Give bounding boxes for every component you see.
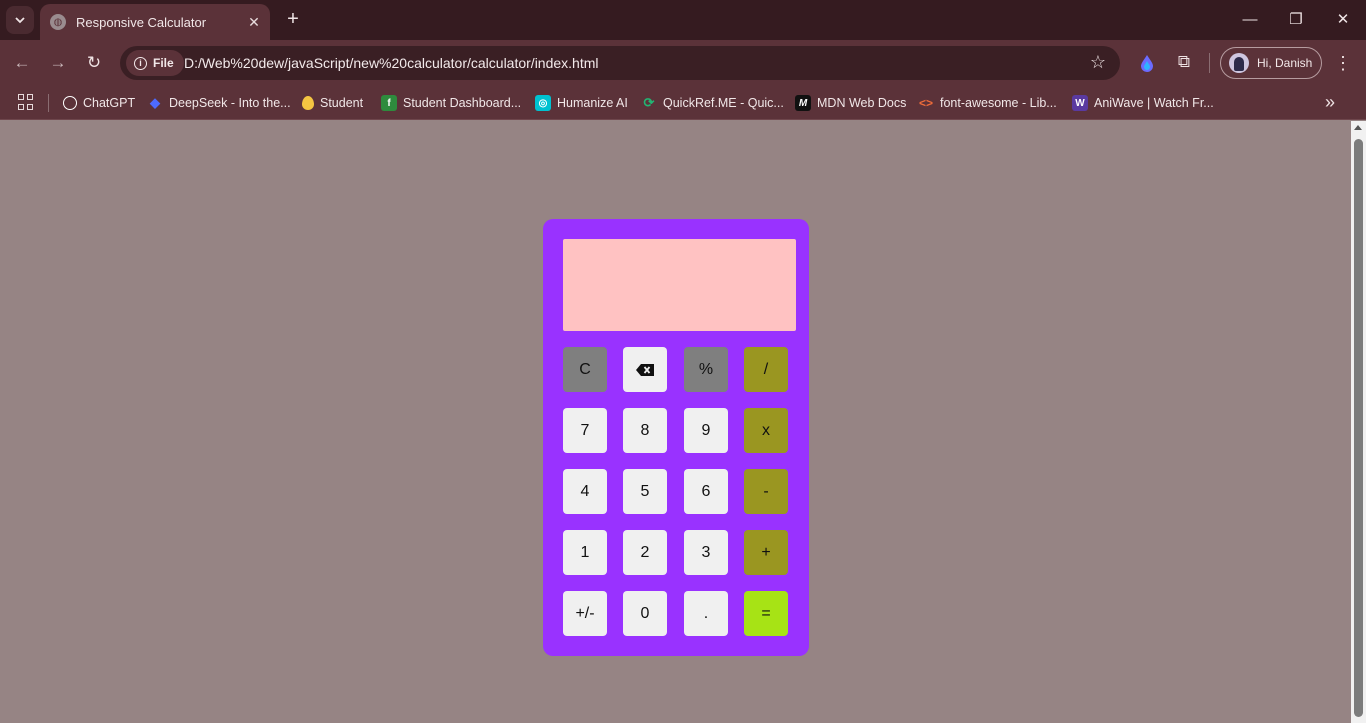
bookmark-label: ChatGPT — [83, 96, 136, 110]
bookmarks-divider — [48, 94, 49, 112]
minimize-icon[interactable]: — — [1238, 8, 1262, 32]
eight-button[interactable]: 8 — [623, 408, 667, 453]
bookmarks-overflow-icon[interactable]: » — [1320, 91, 1340, 113]
toggle-sign-button[interactable]: +/- — [563, 591, 607, 636]
info-icon: i — [134, 56, 147, 70]
reload-icon[interactable]: ↻ — [82, 51, 106, 75]
leaf-icon: f — [381, 95, 397, 111]
bookmark-mdn[interactable]: M MDN Web Docs — [795, 92, 906, 114]
apps-grid-icon[interactable] — [18, 94, 34, 110]
equals-button[interactable]: = — [744, 591, 788, 636]
two-button[interactable]: 2 — [623, 530, 667, 575]
more-menu-icon[interactable]: ⋮ — [1333, 51, 1353, 75]
bookmark-student[interactable]: Student — [302, 92, 363, 114]
tab-title: Responsive Calculator — [76, 14, 207, 30]
seven-button[interactable]: 7 — [563, 408, 607, 453]
bookmark-label: QuickRef.ME - Quic... — [663, 96, 784, 110]
address-bar[interactable]: i File D:/Web%20dew/javaScript/new%20cal… — [120, 46, 1120, 80]
bookmark-label: Student — [320, 96, 364, 110]
multiply-button[interactable]: x — [744, 408, 788, 453]
site-info-chip[interactable]: i File — [126, 50, 184, 76]
clear-button[interactable]: C — [563, 347, 607, 392]
profile-button[interactable]: Hi, Danish — [1220, 47, 1322, 79]
tab-search-button[interactable] — [6, 6, 34, 34]
scheme-label: File — [153, 56, 174, 70]
bookmark-aniwave[interactable]: W AniWave | Watch Fr... — [1072, 92, 1214, 114]
bookmark-label: DeepSeek - Into the... — [169, 96, 291, 110]
five-button[interactable]: 5 — [623, 469, 667, 514]
tab-responsive-calculator[interactable]: ◍ Responsive Calculator ✕ — [40, 4, 270, 40]
bookmark-label: MDN Web Docs — [817, 96, 907, 110]
nine-button[interactable]: 9 — [684, 408, 728, 453]
bookmark-quickref[interactable]: ⟳ QuickRef.ME - Quic... — [641, 92, 784, 114]
toolbar-divider — [1209, 53, 1210, 73]
four-button[interactable]: 4 — [563, 469, 607, 514]
bookmark-star-icon[interactable]: ☆ — [1090, 52, 1106, 73]
quickref-icon: ⟳ — [643, 95, 655, 110]
chevron-down-icon — [15, 17, 25, 24]
calculator: C % / 7 8 9 x 4 5 6 - 1 2 3 + +/- 0 . = — [543, 219, 809, 656]
six-button[interactable]: 6 — [684, 469, 728, 514]
browser-titlebar: ◍ Responsive Calculator ✕ + — ❐ ✕ — [0, 0, 1366, 40]
forward-arrow-icon[interactable]: → — [46, 51, 70, 75]
humanize-icon: ◎ — [535, 95, 551, 111]
chatgpt-icon — [63, 96, 77, 110]
aniwave-icon: W — [1072, 95, 1088, 111]
add-button[interactable]: + — [744, 530, 788, 575]
bookmark-label: font-awesome - Lib... — [940, 96, 1057, 110]
extensions-puzzle-icon[interactable]: ⧉ — [1173, 52, 1195, 74]
new-tab-button[interactable]: + — [282, 8, 304, 30]
avatar — [1229, 53, 1249, 73]
url-text[interactable]: D:/Web%20dew/javaScript/new%20calculator… — [184, 55, 599, 71]
balloon-icon — [302, 96, 314, 110]
close-tab-icon[interactable]: ✕ — [244, 14, 264, 31]
bookmark-student-dashboard[interactable]: f Student Dashboard... — [381, 92, 521, 114]
browser-toolbar: ← → ↻ i File D:/Web%20dew/javaScript/new… — [0, 40, 1366, 86]
subtract-button[interactable]: - — [744, 469, 788, 514]
code-brackets-icon: <> — [918, 96, 933, 110]
decimal-button[interactable]: . — [684, 591, 728, 636]
bookmark-font-awesome[interactable]: <> font-awesome - Lib... — [918, 92, 1057, 114]
profile-name: Hi, Danish — [1257, 56, 1313, 70]
extension-drop-icon[interactable] — [1137, 53, 1157, 73]
bookmark-label: Student Dashboard... — [403, 96, 522, 110]
scrollbar-thumb[interactable] — [1354, 139, 1363, 717]
globe-icon: ◍ — [50, 14, 66, 30]
deepseek-icon: ◆ — [150, 95, 160, 110]
divide-button[interactable]: / — [744, 347, 788, 392]
three-button[interactable]: 3 — [684, 530, 728, 575]
back-arrow-icon[interactable]: ← — [10, 51, 34, 75]
mdn-icon: M — [795, 95, 811, 111]
calculator-display — [563, 239, 796, 331]
bookmark-label: AniWave | Watch Fr... — [1094, 96, 1214, 110]
bookmarks-bar: ChatGPT ◆ DeepSeek - Into the... Student… — [0, 86, 1366, 120]
bookmark-deepseek[interactable]: ◆ DeepSeek - Into the... — [147, 92, 291, 114]
zero-button[interactable]: 0 — [623, 591, 667, 636]
one-button[interactable]: 1 — [563, 530, 607, 575]
scroll-up-arrow-icon[interactable] — [1354, 125, 1362, 130]
backspace-icon — [636, 363, 654, 376]
percent-button[interactable]: % — [684, 347, 728, 392]
close-window-icon[interactable]: ✕ — [1331, 8, 1355, 32]
bookmark-humanize-ai[interactable]: ◎ Humanize AI — [535, 92, 628, 114]
bookmark-chatgpt[interactable]: ChatGPT — [63, 92, 135, 114]
restore-icon[interactable]: ❐ — [1284, 8, 1308, 32]
bookmark-label: Humanize AI — [557, 96, 628, 110]
backspace-button[interactable] — [623, 347, 667, 392]
vertical-scrollbar[interactable] — [1351, 121, 1366, 723]
